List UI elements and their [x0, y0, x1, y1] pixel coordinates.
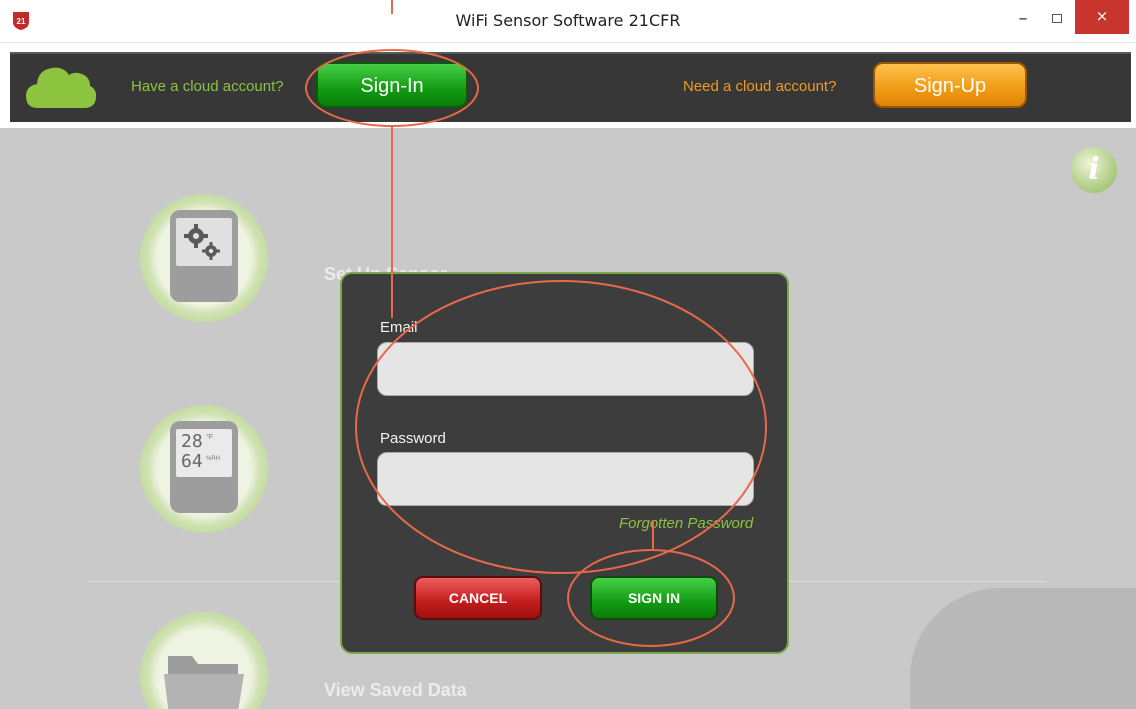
- maximize-button[interactable]: [1046, 8, 1068, 30]
- password-label: Password: [380, 430, 446, 447]
- password-field[interactable]: [377, 452, 754, 506]
- cancel-button[interactable]: CANCEL: [414, 576, 542, 620]
- need-account-text: Need a cloud account?: [683, 78, 837, 95]
- gear-icon: [184, 224, 220, 260]
- info-icon[interactable]: i: [1071, 147, 1117, 193]
- decorative-corner-shape: [910, 588, 1136, 709]
- close-button[interactable]: ×: [1075, 0, 1129, 34]
- humidity-readout: 64: [181, 451, 203, 472]
- cloud-icon: [26, 67, 97, 108]
- forgotten-password-link[interactable]: Forgotten Password: [619, 515, 753, 532]
- setup-sensor-icon[interactable]: [140, 194, 268, 322]
- sensor-readout-screen: 28 °F 64 %RH: [176, 429, 232, 477]
- view-live-data-icon[interactable]: 28 °F 64 %RH: [140, 405, 268, 533]
- device-shape: [170, 210, 238, 302]
- email-label: Email: [380, 319, 418, 336]
- window-title: WiFi Sensor Software 21CFR: [455, 11, 681, 30]
- temperature-readout: 28: [181, 431, 203, 452]
- minimize-button[interactable]: –: [1012, 8, 1034, 30]
- gear-screen: [176, 218, 232, 266]
- sign-in-dialog: Email Password Forgotten Password CANCEL…: [340, 272, 789, 654]
- device-shape: 28 °F 64 %RH: [170, 421, 238, 513]
- cloud-sign-up-button[interactable]: Sign-Up: [873, 62, 1027, 108]
- view-saved-data-icon[interactable]: [140, 612, 268, 709]
- folder-icon: [164, 656, 244, 709]
- maximize-icon: [1052, 14, 1062, 23]
- have-account-text: Have a cloud account?: [131, 78, 284, 95]
- sign-in-button[interactable]: SIGN IN: [590, 576, 718, 620]
- temperature-unit: °F: [206, 434, 214, 441]
- cloud-sign-in-button[interactable]: Sign-In: [316, 62, 468, 108]
- menu-label-view-saved-data[interactable]: View Saved Data: [324, 680, 467, 701]
- cloud-account-bar: Have a cloud account? Sign-In Need a clo…: [10, 52, 1131, 122]
- humidity-unit: %RH: [206, 456, 221, 462]
- title-bar: 21 WiFi Sensor Software 21CFR – ×: [0, 0, 1136, 43]
- email-field[interactable]: [377, 342, 754, 396]
